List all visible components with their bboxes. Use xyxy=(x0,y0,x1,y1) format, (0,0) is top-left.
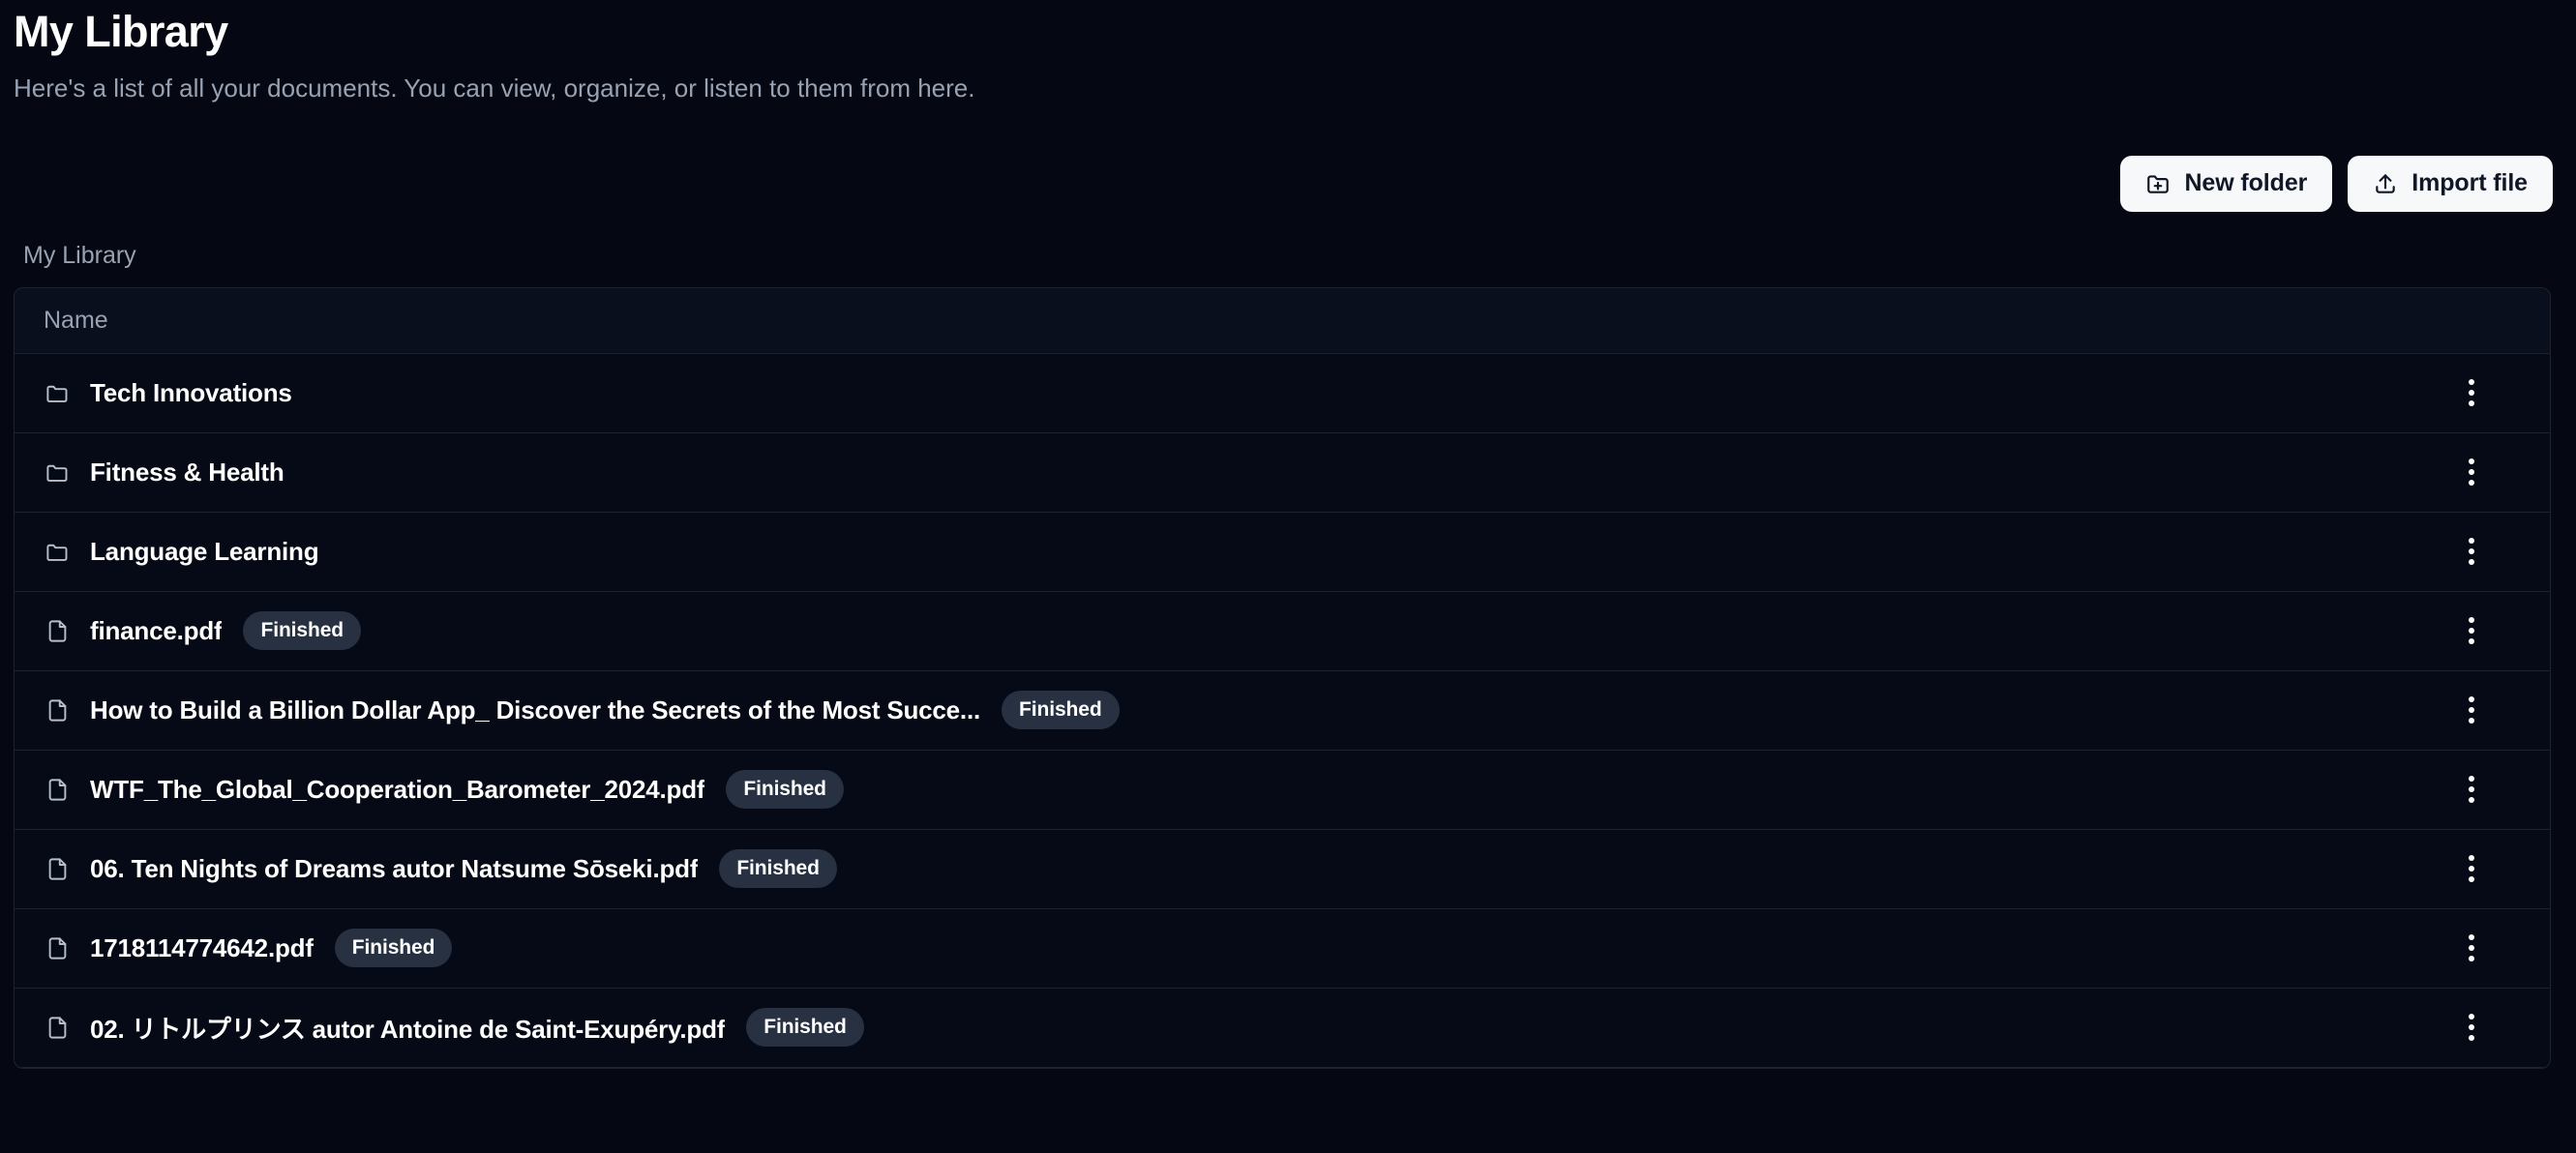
upload-icon xyxy=(2373,171,2398,196)
status-badge: Finished xyxy=(1002,691,1120,730)
table-row[interactable]: Tech Innovations xyxy=(15,353,2550,433)
table-row[interactable]: 06. Ten Nights of Dreams autor Natsume S… xyxy=(15,829,2550,909)
status-badge: Finished xyxy=(243,611,362,651)
table-row[interactable]: Language Learning xyxy=(15,512,2550,592)
action-bar: New folder Import file xyxy=(14,155,2562,212)
new-folder-button[interactable]: New folder xyxy=(2120,155,2333,212)
more-vertical-icon[interactable] xyxy=(2445,1001,2498,1053)
breadcrumb[interactable]: My Library xyxy=(14,241,2562,270)
library-table: Name Tech Innovations Fitness & Health Lan… xyxy=(14,286,2551,1069)
page-title: My Library xyxy=(14,7,228,56)
more-vertical-icon[interactable] xyxy=(2445,605,2498,657)
row-content: WTF_The_Global_Cooperation_Barometer_202… xyxy=(44,770,2445,810)
status-badge: Finished xyxy=(334,929,453,968)
more-vertical-icon[interactable] xyxy=(2445,763,2498,815)
row-content: How to Build a Billion Dollar App_ Disco… xyxy=(44,691,2445,730)
row-content: Tech Innovations xyxy=(44,378,2445,408)
more-vertical-icon[interactable] xyxy=(2445,525,2498,577)
folder-icon xyxy=(44,538,71,565)
file-icon xyxy=(44,776,71,803)
folder-plus-icon xyxy=(2145,171,2171,196)
row-label: WTF_The_Global_Cooperation_Barometer_202… xyxy=(90,774,705,804)
table-header-row: Name xyxy=(15,287,2550,354)
import-file-button[interactable]: Import file xyxy=(2348,155,2553,212)
status-badge: Finished xyxy=(719,849,837,889)
folder-icon xyxy=(44,379,71,406)
more-vertical-icon[interactable] xyxy=(2445,446,2498,498)
file-icon xyxy=(44,855,71,882)
row-label: Fitness & Health xyxy=(90,457,285,487)
file-icon xyxy=(44,617,71,644)
file-icon xyxy=(44,1014,71,1041)
row-label: Tech Innovations xyxy=(90,377,292,407)
row-content: 1718114774642.pdf Finished xyxy=(44,929,2445,968)
more-vertical-icon[interactable] xyxy=(2445,684,2498,736)
row-label: finance.pdf xyxy=(90,615,223,645)
row-label: 06. Ten Nights of Dreams autor Natsume S… xyxy=(90,853,699,883)
library-page: My Library Here's a list of all your doc… xyxy=(0,0,2576,1153)
more-vertical-icon[interactable] xyxy=(2445,367,2498,419)
row-content: 02. リトルプリンス autor Antoine de Saint-Exupé… xyxy=(44,1008,2445,1048)
row-content: Fitness & Health xyxy=(44,458,2445,488)
table-row[interactable]: finance.pdf Finished xyxy=(15,591,2550,671)
row-label: Language Learning xyxy=(90,536,319,566)
file-icon xyxy=(44,696,71,724)
table-row[interactable]: WTF_The_Global_Cooperation_Barometer_202… xyxy=(15,750,2550,830)
status-badge: Finished xyxy=(746,1008,864,1048)
column-header-name: Name xyxy=(44,306,108,334)
folder-icon xyxy=(44,458,71,486)
new-folder-label: New folder xyxy=(2184,169,2308,197)
row-content: Language Learning xyxy=(44,537,2445,567)
table-row[interactable]: How to Build a Billion Dollar App_ Disco… xyxy=(15,670,2550,751)
table-row[interactable]: 02. リトルプリンス autor Antoine de Saint-Exupé… xyxy=(15,988,2550,1068)
table-row[interactable]: 1718114774642.pdf Finished xyxy=(15,908,2550,989)
import-file-label: Import file xyxy=(2411,169,2528,197)
row-content: finance.pdf Finished xyxy=(44,611,2445,651)
row-label: How to Build a Billion Dollar App_ Disco… xyxy=(90,695,981,724)
more-vertical-icon[interactable] xyxy=(2445,922,2498,974)
file-icon xyxy=(44,934,71,961)
row-label: 02. リトルプリンス autor Antoine de Saint-Exupé… xyxy=(90,1014,726,1044)
page-subtitle: Here's a list of all your documents. You… xyxy=(14,74,975,103)
table-row[interactable]: Fitness & Health xyxy=(15,432,2550,513)
status-badge: Finished xyxy=(726,770,844,810)
breadcrumb-current: My Library xyxy=(23,241,136,269)
more-vertical-icon[interactable] xyxy=(2445,843,2498,895)
row-content: 06. Ten Nights of Dreams autor Natsume S… xyxy=(44,849,2445,889)
row-label: 1718114774642.pdf xyxy=(90,932,314,962)
table-body: Tech Innovations Fitness & Health Language… xyxy=(15,353,2550,1068)
